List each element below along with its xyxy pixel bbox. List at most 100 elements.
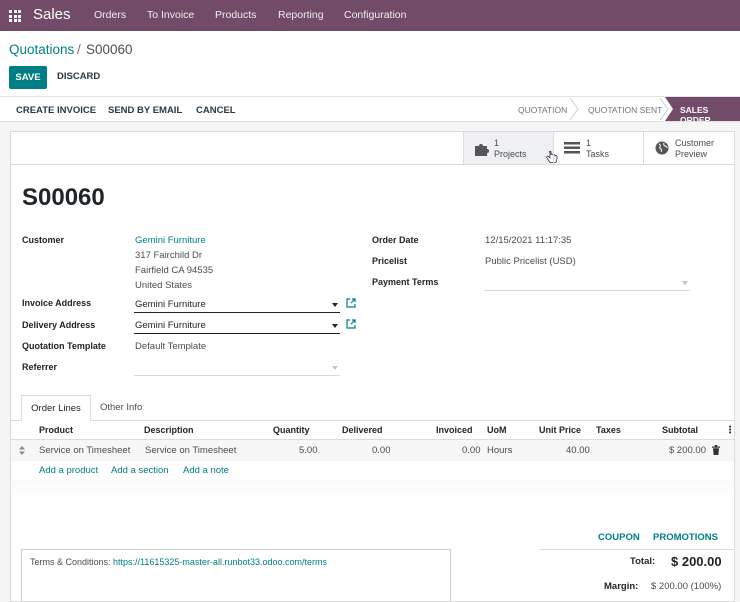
line-invoiced: 0.00	[462, 445, 481, 456]
chevron-down-icon[interactable]	[332, 324, 338, 328]
order-date-value: 12/15/2021 11:17:35	[485, 235, 572, 246]
add-note-link[interactable]: Add a note	[183, 465, 229, 476]
chevron-down-icon[interactable]	[332, 303, 338, 307]
control-panel: Quotations / S00060 SAVE DISCARD	[0, 31, 740, 96]
column-product[interactable]: Product	[39, 425, 73, 435]
customer-preview-line2: Preview	[675, 149, 708, 159]
referrer-label: Referrer	[22, 362, 58, 372]
column-quantity[interactable]: Quantity	[273, 425, 310, 435]
column-delivered[interactable]: Delivered	[342, 425, 383, 435]
table-footer-shade	[11, 480, 734, 500]
customer-address-country: United States	[135, 280, 193, 291]
customer-preview-line1: Customer	[675, 138, 715, 148]
save-button[interactable]: SAVE	[9, 66, 47, 89]
line-description[interactable]: Service on Timesheet	[145, 445, 236, 456]
status-bar: CREATE INVOICE SEND BY EMAIL CANCEL QUOT…	[0, 96, 740, 122]
line-unit-price[interactable]: 40.00	[566, 445, 590, 456]
chevron-down-icon[interactable]	[332, 366, 338, 370]
tab-order-lines[interactable]: Order Lines	[21, 395, 91, 421]
breadcrumb-quotations[interactable]: Quotations	[9, 42, 74, 57]
create-invoice-button[interactable]: CREATE INVOICE	[16, 105, 96, 116]
invoice-address-label: Invoice Address	[22, 298, 92, 308]
record-title: S00060	[22, 184, 105, 211]
trash-icon[interactable]	[712, 445, 720, 455]
line-subtotal: $ 200.00	[669, 445, 706, 456]
terms-and-conditions-field[interactable]: Terms & Conditions: https://11615325-mas…	[21, 549, 451, 602]
breadcrumb-current: S00060	[86, 42, 133, 57]
puzzle-icon	[475, 144, 489, 156]
top-navbar: Sales Orders To Invoice Products Reporti…	[0, 0, 740, 31]
tabs-divider	[11, 420, 734, 421]
line-uom[interactable]: Hours	[487, 445, 512, 456]
line-product[interactable]: Service on Timesheet	[39, 445, 130, 456]
menu-configuration[interactable]: Configuration	[344, 9, 406, 21]
drag-handle-icon[interactable]	[19, 446, 25, 455]
external-link-icon[interactable]	[346, 319, 356, 329]
tab-other-info[interactable]: Other Info	[100, 402, 142, 413]
customer-preview-smart-button[interactable]: Customer Preview	[643, 132, 734, 164]
add-section-link[interactable]: Add a section	[111, 465, 169, 476]
pricelist-value: Public Pricelist (USD)	[485, 256, 576, 267]
invoice-address-field[interactable]: Gemini Furniture	[135, 299, 206, 310]
terms-text: Terms & Conditions: https://11615325-mas…	[30, 557, 327, 567]
invoice-address-underline	[134, 312, 340, 313]
column-uom[interactable]: UoM	[487, 425, 507, 435]
form-sheet: 1 Projects 1 Tasks Customer Preview S000…	[10, 131, 735, 602]
tasks-smart-button[interactable]: 1 Tasks	[553, 132, 643, 164]
discard-button[interactable]: DISCARD	[57, 71, 100, 82]
line-quantity[interactable]: 5.00	[299, 445, 318, 456]
column-description[interactable]: Description	[144, 425, 194, 435]
chevron-down-icon[interactable]	[682, 281, 688, 285]
tasks-icon	[564, 142, 580, 154]
margin-label: Margin:	[604, 581, 639, 592]
quotation-template-label: Quotation Template	[22, 341, 106, 351]
quotation-template-value: Default Template	[135, 341, 207, 352]
customer-link[interactable]: Gemini Furniture	[135, 235, 206, 246]
payment-terms-underline	[484, 290, 690, 291]
menu-reporting[interactable]: Reporting	[278, 9, 324, 21]
delivery-address-field[interactable]: Gemini Furniture	[135, 320, 206, 331]
tasks-count: 1	[586, 138, 592, 148]
total-label: Total:	[630, 556, 656, 567]
column-invoiced[interactable]: Invoiced	[436, 425, 473, 435]
optional-columns-icon[interactable]: ⋮	[725, 425, 735, 436]
terms-url-link[interactable]: https://11615325-master-all.runbot33.odo…	[113, 557, 327, 567]
column-subtotal[interactable]: Subtotal	[662, 425, 698, 435]
customer-address-city: Fairfield CA 94535	[135, 265, 214, 276]
order-date-label: Order Date	[372, 235, 419, 245]
delivery-address-label: Delivery Address	[22, 320, 96, 330]
stage-sales-order-label: SALES ORDER	[680, 105, 711, 125]
total-amount: $ 200.00	[671, 554, 722, 569]
menu-products[interactable]: Products	[215, 9, 256, 21]
referrer-underline	[134, 375, 340, 376]
coupon-button[interactable]: COUPON	[598, 532, 640, 543]
send-by-email-button[interactable]: SEND BY EMAIL	[108, 105, 182, 116]
projects-label: Projects	[494, 149, 527, 159]
external-link-icon[interactable]	[346, 298, 356, 308]
promotions-button[interactable]: PROMOTIONS	[653, 532, 718, 543]
projects-smart-button[interactable]: 1 Projects	[463, 132, 558, 164]
stage-quotation-sent[interactable]: QUOTATION SENT	[588, 105, 662, 115]
stage-chevron-icon	[569, 98, 579, 120]
cancel-button[interactable]: CANCEL	[196, 105, 236, 116]
payment-terms-label: Payment Terms	[372, 277, 439, 287]
projects-count: 1	[494, 138, 500, 148]
stage-quotation[interactable]: QUOTATION	[518, 105, 567, 115]
line-delivered[interactable]: 0.00	[372, 445, 391, 456]
pricelist-label: Pricelist	[372, 256, 408, 266]
tasks-label: Tasks	[586, 149, 610, 159]
terms-label: Terms & Conditions:	[30, 557, 111, 567]
customer-address-street: 317 Fairchild Dr	[135, 250, 203, 261]
breadcrumb-separator: /	[77, 42, 81, 57]
stage-sales-order[interactable]: SALES ORDER	[665, 97, 740, 121]
menu-to-invoice[interactable]: To Invoice	[147, 9, 194, 21]
app-name[interactable]: Sales	[33, 6, 71, 23]
customer-label: Customer	[22, 235, 65, 245]
column-taxes[interactable]: Taxes	[596, 425, 621, 435]
add-product-link[interactable]: Add a product	[39, 465, 98, 476]
menu-orders[interactable]: Orders	[94, 9, 126, 21]
column-unit-price[interactable]: Unit Price	[539, 425, 581, 435]
globe-icon	[655, 141, 669, 155]
apps-grid-icon[interactable]	[9, 10, 21, 22]
totals-divider	[539, 549, 734, 550]
